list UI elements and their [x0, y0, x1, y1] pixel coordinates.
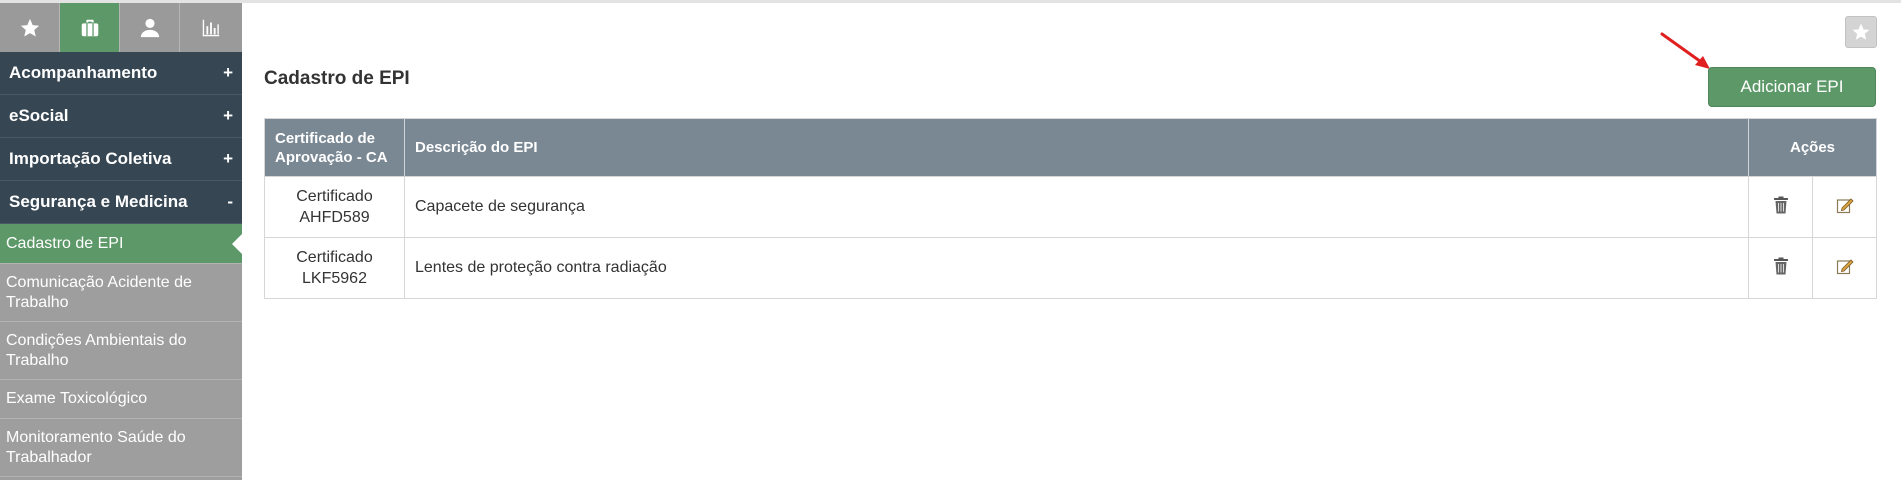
menu-section-acompanhamento[interactable]: Acompanhamento + [0, 52, 242, 95]
column-header-actions: Ações [1748, 118, 1877, 177]
sidebar-item-cadastro-epi[interactable]: Cadastro de EPI [0, 224, 242, 264]
top-border [0, 0, 1901, 3]
edit-icon [1836, 258, 1854, 274]
menu-section-label: Importação Coletiva [9, 149, 172, 168]
table-header-row: Certificado de Aprovação - CA Descrição … [264, 118, 1877, 177]
star-icon [1852, 23, 1870, 40]
menu-section-label: Segurança e Medicina [9, 192, 188, 211]
column-header-ca: Certificado de Aprovação - CA [264, 118, 405, 177]
red-arrow-annotation [1660, 32, 1710, 69]
edit-button[interactable] [1812, 237, 1877, 299]
cell-ca: Certificado LKF5962 [264, 237, 405, 299]
tab-favorites[interactable] [0, 3, 60, 52]
sidebar-item-label: Cadastro de EPI [6, 234, 124, 252]
column-header-description: Descrição do EPI [404, 118, 1749, 177]
menu-section-seguranca-medicina[interactable]: Segurança e Medicina - [0, 181, 242, 224]
cell-description: Lentes de proteção contra radiação [404, 237, 1749, 299]
sidebar: Acompanhamento + eSocial + Importação Co… [0, 3, 242, 480]
delete-button[interactable] [1748, 176, 1813, 238]
menu-section-label: eSocial [9, 106, 69, 125]
edit-button[interactable] [1812, 176, 1877, 238]
bar-chart-icon [202, 19, 220, 36]
expand-icon: + [223, 106, 233, 125]
trash-icon [1773, 257, 1788, 274]
edit-icon [1836, 197, 1854, 213]
delete-button[interactable] [1748, 237, 1813, 299]
cell-description: Capacete de segurança [404, 176, 1749, 238]
epi-table: Certificado de Aprovação - CA Descrição … [264, 118, 1877, 299]
sidebar-item-label: Condições Ambientais do Trabalho [6, 331, 187, 369]
sidebar-item-condicoes-ambientais[interactable]: Condições Ambientais do Trabalho [0, 322, 242, 380]
trash-icon [1773, 196, 1788, 213]
menu-section-importacao-coletiva[interactable]: Importação Coletiva + [0, 138, 242, 181]
sidebar-item-label: Exame Toxicológico [6, 390, 148, 407]
sidebar-item-label: Comunicação Acidente de Trabalho [6, 273, 192, 311]
table-row: Certificado AHFD589 Capacete de seguranç… [264, 176, 1877, 238]
sidebar-icon-tabs [0, 3, 242, 52]
sidebar-item-comunicacao-acidente[interactable]: Comunicação Acidente de Trabalho [0, 264, 242, 322]
table-row: Certificado LKF5962 Lentes de proteção c… [264, 237, 1877, 299]
expand-icon: + [223, 149, 233, 168]
sidebar-item-exame-toxicologico[interactable]: Exame Toxicológico [0, 380, 242, 419]
collapse-icon: - [227, 192, 233, 211]
menu-section-esocial[interactable]: eSocial + [0, 95, 242, 138]
sidebar-item-label: Monitoramento Saúde do Trabalhador [6, 428, 186, 466]
star-icon [20, 18, 39, 37]
menu-section-label: Acompanhamento [9, 63, 158, 82]
expand-icon: + [223, 63, 233, 82]
favorite-page-button[interactable] [1845, 16, 1877, 48]
user-icon [140, 18, 159, 37]
briefcase-icon [81, 19, 98, 36]
cell-ca: Certificado AHFD589 [264, 176, 405, 238]
tab-reports[interactable] [180, 3, 242, 52]
sidebar-item-monitoramento-saude[interactable]: Monitoramento Saúde do Trabalhador [0, 419, 242, 477]
page-title: Cadastro de EPI [264, 68, 410, 89]
tab-user[interactable] [120, 3, 180, 52]
add-epi-button[interactable]: Adicionar EPI [1708, 67, 1876, 107]
tab-company[interactable] [60, 3, 120, 52]
